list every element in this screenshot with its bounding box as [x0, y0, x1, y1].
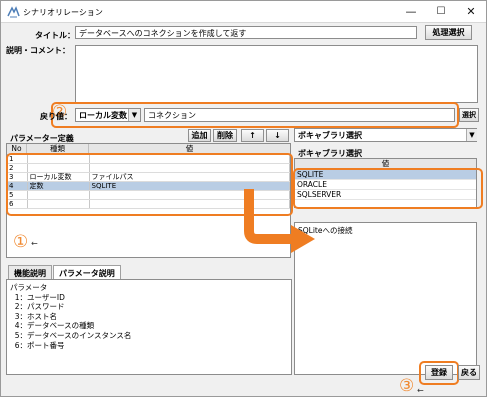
vocab-description-panel: SQLiteへの接続 — [294, 222, 477, 375]
title-bar: シナリオリレーション — ☐ ✕ — [1, 1, 486, 23]
chevron-down-icon[interactable]: ▼ — [128, 109, 140, 121]
app-logo-icon — [7, 6, 20, 18]
description-line: 6：ポート番号 — [10, 340, 65, 350]
cursor-arrow-icon: ← — [31, 239, 38, 248]
return-select-button[interactable]: 選択 — [459, 108, 479, 122]
close-button[interactable]: ✕ — [456, 1, 486, 23]
description-line: 2：パスワード — [10, 302, 65, 312]
move-up-button[interactable]: ↑ — [241, 129, 264, 142]
highlight-box-vocab — [293, 168, 483, 209]
marker-1: ① — [13, 232, 29, 252]
return-value-input[interactable]: コネクション — [144, 108, 455, 122]
comment-label: 説明・コメント： — [6, 46, 70, 55]
minimize-button[interactable]: — — [396, 1, 426, 23]
return-type-value: ローカル変数 — [79, 111, 127, 120]
add-param-button[interactable]: 追加 — [188, 129, 211, 142]
delete-param-button[interactable]: 削除 — [213, 129, 237, 142]
vocab-select[interactable]: ボキャブラリ選択 — [294, 128, 477, 142]
maximize-button[interactable]: ☐ — [426, 1, 456, 23]
move-down-button[interactable]: ↓ — [266, 129, 289, 142]
scenario-relation-window: シナリオリレーション — ☐ ✕ タイトル： データベースへのコネクションを作成… — [0, 0, 487, 397]
process-select-button[interactable]: 処理選択 — [425, 25, 472, 40]
vocab-select-value: ボキャブラリ選択 — [298, 131, 362, 140]
register-button[interactable]: 登録 — [425, 365, 453, 380]
window-title: シナリオリレーション — [23, 8, 103, 17]
title-input[interactable]: データベースへのコネクションを作成して返す — [75, 26, 417, 39]
cursor-arrow-icon-2: ← — [417, 386, 424, 395]
return-label: 戻り値： — [40, 112, 72, 121]
description-line: 3：ホスト名 — [10, 311, 58, 321]
marker-3: ③ — [399, 376, 415, 396]
back-button[interactable]: 戻る — [458, 365, 480, 380]
description-line: 5：データベースのインスタンス名 — [10, 330, 132, 340]
description-line: 1：ユーザーID — [10, 292, 65, 302]
title-label: タイトル： — [35, 31, 75, 40]
vocab-chevron-down-icon[interactable]: ▼ — [466, 129, 477, 141]
comment-textarea[interactable] — [75, 45, 478, 103]
flow-arrow-icon — [244, 189, 315, 253]
description-line: 4：データベースの種類 — [10, 321, 95, 331]
parameter-description-panel: パラメータ 1：ユーザーID 2：パスワード 3：ホスト名 4：データベースの種… — [6, 279, 292, 375]
description-line: パラメータ — [10, 283, 48, 292]
